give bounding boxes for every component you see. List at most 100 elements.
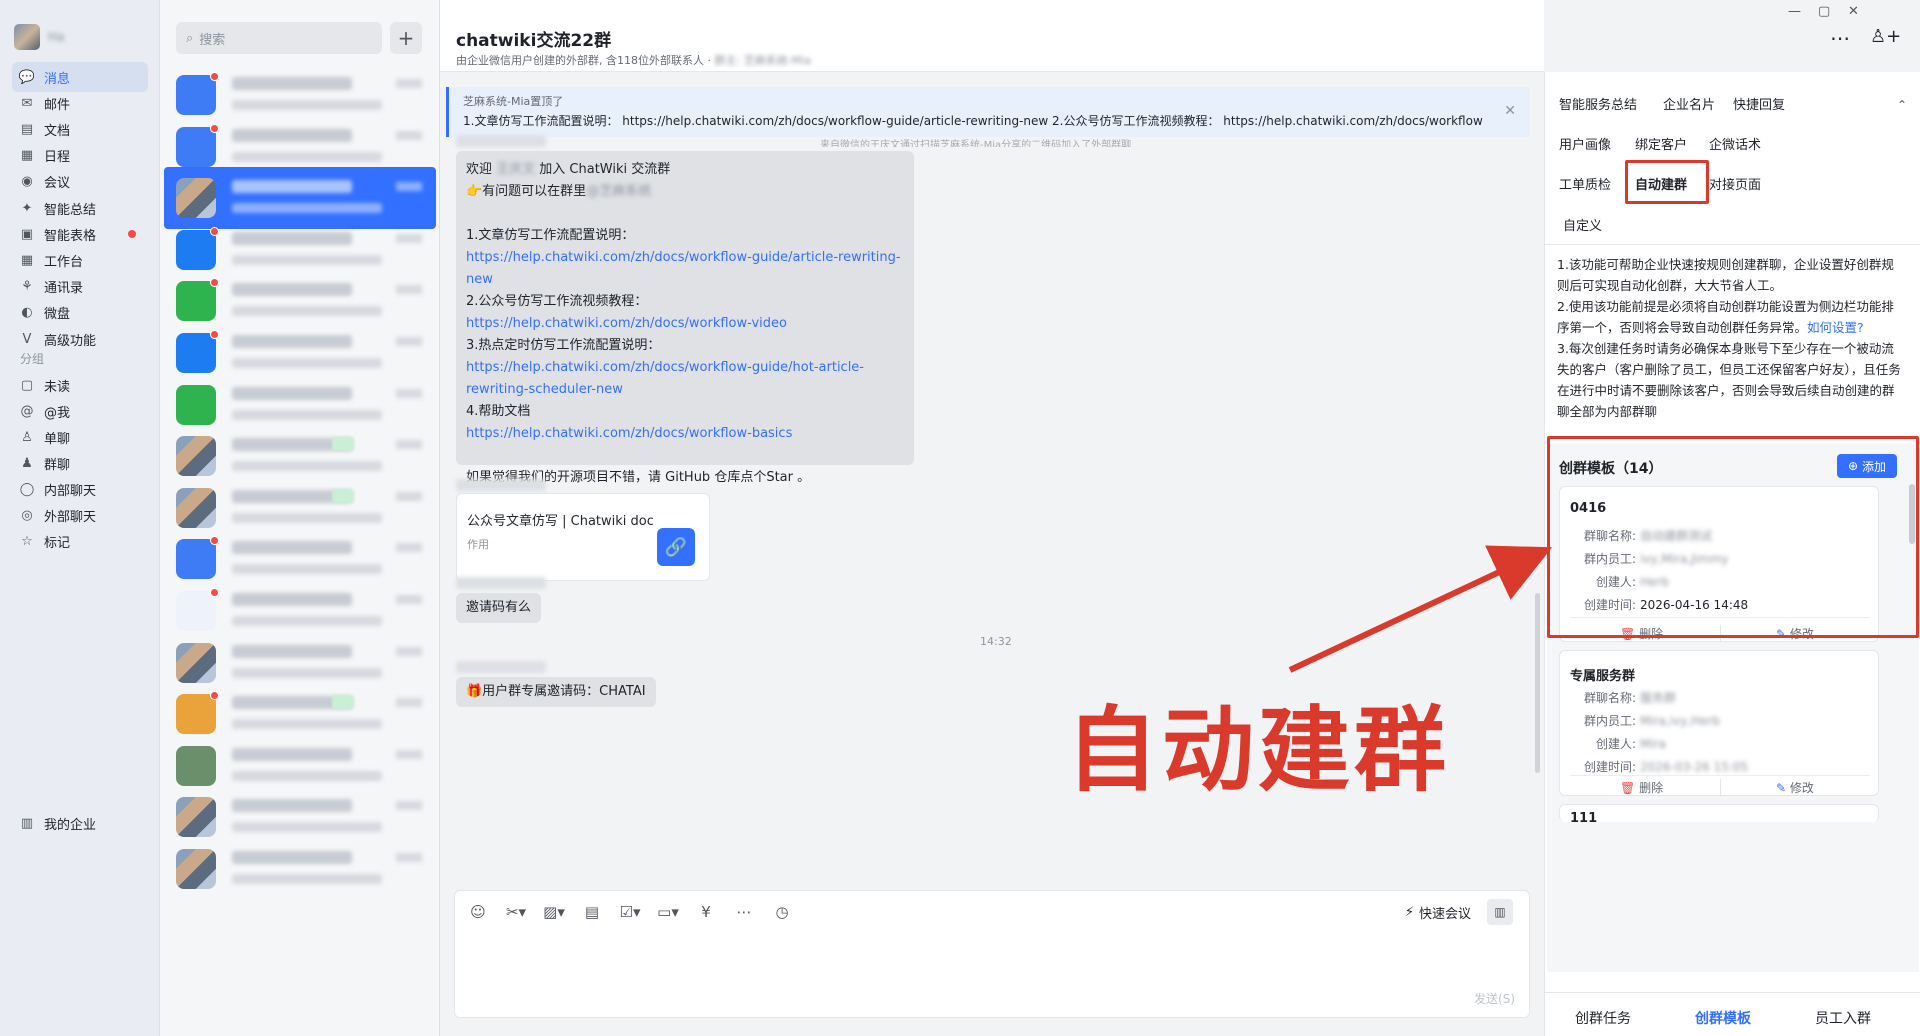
link-icon: 🔗 <box>657 528 695 566</box>
tab-integration-page[interactable]: 对接页面 <box>1709 174 1761 193</box>
nav-group-label: 未读 <box>44 379 71 395</box>
link[interactable]: https://help.chatwiki.com/zh/docs/workfl… <box>466 423 904 445</box>
avatar[interactable] <box>176 384 216 425</box>
conversation-item[interactable] <box>164 838 436 900</box>
welcome-message[interactable]: 欢迎 王庆文 加入 ChatWiki 交流群 👉有问题可以在群里@芝麻系统 1.… <box>456 151 914 573</box>
tab-custom[interactable]: 自定义 <box>1563 215 1602 234</box>
avatar[interactable] <box>176 539 216 580</box>
more-menu-icon[interactable]: ⋯ <box>1830 26 1850 50</box>
delete-button[interactable]: 🗑 删除 <box>1620 779 1663 796</box>
more-icon[interactable]: ⋯ <box>733 903 755 921</box>
unread-badge <box>210 330 219 339</box>
avatar[interactable] <box>176 591 216 631</box>
link[interactable]: https://help.chatwiki.com/zh/docs/workfl… <box>466 247 904 291</box>
pinned-message[interactable]: 芝麻系统-Mia置顶了 1.文章仿写工作流配置说明： https://help.… <box>446 87 1530 137</box>
avatar[interactable] <box>176 694 216 735</box>
tab-scripts[interactable]: 企微话术 <box>1709 134 1761 153</box>
tab-smart-summary[interactable]: 智能服务总结 <box>1559 94 1637 113</box>
image-icon[interactable]: ▨▾ <box>543 903 565 921</box>
template-card[interactable]: 专属服务群 群聊名称: 服务群 群内员工: Mira,ivy,Herb 创建人: Mi… <box>1559 650 1879 796</box>
how-to-link[interactable]: 如何设置? <box>1807 320 1864 335</box>
link[interactable]: https://help.chatwiki.com/zh/docs/workfl… <box>466 313 904 335</box>
bottom-tabs: 创群任务 创群模板 员工入群 <box>1545 1000 1920 1036</box>
close-icon[interactable]: ✕ <box>1504 103 1516 119</box>
conversation-time <box>396 79 422 88</box>
add-button[interactable]: + <box>390 22 422 54</box>
avatar[interactable] <box>176 487 216 528</box>
folder-icon[interactable]: ▭▾ <box>657 903 679 921</box>
window-close-icon[interactable]: ✕ <box>1848 4 1859 19</box>
tab-group-templates[interactable]: 创群模板 <box>1695 1008 1751 1028</box>
clock-icon[interactable]: ◷ <box>771 903 793 921</box>
avatar[interactable] <box>176 797 216 838</box>
conversation-time <box>396 285 422 295</box>
contacts-icon: ⚘ <box>21 279 33 295</box>
template-card[interactable]: 111 <box>1559 804 1879 822</box>
avatar[interactable] <box>176 745 216 786</box>
scissors-icon[interactable]: ✂▾ <box>505 903 527 921</box>
search-input[interactable]: 搜索 <box>199 29 225 48</box>
tab-staff-join[interactable]: 员工入群 <box>1815 1008 1871 1028</box>
tab-quality-check[interactable]: 工单质检 <box>1559 174 1611 193</box>
conversation-time <box>396 543 422 553</box>
annotation-label: 自动建群 <box>1066 697 1451 804</box>
conversation-preview <box>232 564 382 575</box>
tab-business-card[interactable]: 企业名片 <box>1663 94 1715 113</box>
avatar[interactable] <box>176 281 216 322</box>
conversation-time <box>396 646 422 656</box>
sender-name <box>456 479 546 491</box>
chevron-up-icon[interactable]: ⌃ <box>1897 98 1907 112</box>
avatar[interactable] <box>176 642 216 683</box>
highlight-box <box>1547 436 1919 638</box>
nav-group-item[interactable]: ☆ 标记 <box>12 526 148 556</box>
tab-group-tasks[interactable]: 创群任务 <box>1575 1008 1631 1028</box>
maximize-icon[interactable]: ▢ <box>1818 4 1830 19</box>
emoji-icon[interactable]: ☺ <box>467 903 489 921</box>
message-bubble[interactable]: 🎁用户群专属邀请码：CHATAI <box>456 677 656 707</box>
avatar[interactable] <box>176 178 216 219</box>
calendar-icon: ▦ <box>20 148 34 164</box>
avatar[interactable] <box>176 436 216 477</box>
wechat-tag <box>332 488 354 503</box>
note-icon[interactable]: ▤ <box>581 903 603 921</box>
send-button[interactable]: 发送(S) <box>1474 990 1515 1007</box>
tab-quick-reply[interactable]: 快捷回复 <box>1733 94 1785 113</box>
minimize-icon[interactable]: — <box>1788 4 1801 19</box>
conversation-title <box>232 386 352 400</box>
avatar[interactable] <box>176 75 216 115</box>
conversation-title <box>232 593 352 606</box>
add-member-icon[interactable]: ♙+ <box>1870 26 1901 47</box>
avatar[interactable] <box>176 126 216 167</box>
my-company[interactable]: ▥ 我的企业 <box>12 808 148 838</box>
avatar[interactable] <box>14 24 40 50</box>
edit-button[interactable]: ✎ 修改 <box>1776 779 1814 796</box>
composer-toolbar: ☺ ✂▾ ▨▾ ▤ ☑▾ ▭▾ ¥ ⋯ ◷ <box>467 903 793 921</box>
avatar[interactable] <box>176 229 216 270</box>
profile[interactable]: Ha <box>14 24 64 50</box>
unread-badge <box>210 72 219 81</box>
redpacket-icon[interactable]: ¥ <box>695 903 717 921</box>
avatar[interactable] <box>176 333 216 373</box>
nav-item[interactable]: ▦ 工作台 <box>12 245 148 275</box>
template-name: 111 <box>1570 811 1598 822</box>
tab-bind-customer[interactable]: 绑定客户 <box>1635 134 1687 153</box>
search-box[interactable]: ⌕ 搜索 <box>176 22 382 54</box>
template-name: 专属服务群 <box>1570 669 1636 684</box>
conversation-title <box>232 747 352 761</box>
chat-title[interactable]: chatwiki交流22群 <box>456 26 611 51</box>
pin-author: 芝麻系统-Mia置顶了 <box>463 95 564 108</box>
checkbox-icon[interactable]: ☑▾ <box>619 903 641 921</box>
link[interactable]: https://help.chatwiki.com/zh/docs/workfl… <box>466 357 904 401</box>
scrollbar[interactable] <box>1535 593 1540 773</box>
sidebar-toggle-icon[interactable]: ▥ <box>1487 899 1513 925</box>
avatar[interactable] <box>176 849 216 889</box>
message-bubble[interactable]: 邀请码有么 <box>456 593 542 623</box>
link-card[interactable]: 公众号文章仿写 | Chatwiki doc 作用 🔗 <box>456 493 710 581</box>
tab-user-profile[interactable]: 用户画像 <box>1559 134 1611 153</box>
sparkle-icon: ✦ <box>21 200 33 216</box>
pin-text[interactable]: 1.文章仿写工作流配置说明： https://help.chatwiki.com… <box>463 112 1483 129</box>
nav-item-label: 智能表格 <box>44 228 97 244</box>
conversation-preview <box>232 203 382 214</box>
quick-meeting-button[interactable]: ⚡ 快速会议 <box>1405 903 1471 922</box>
nav-item[interactable]: ▤ 文档 <box>12 114 148 144</box>
